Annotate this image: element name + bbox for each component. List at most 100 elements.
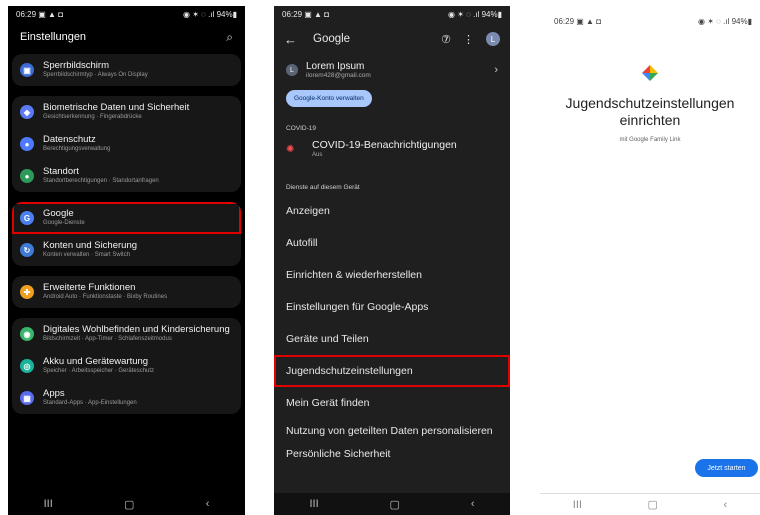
help-icon[interactable]: ⑦ bbox=[441, 33, 451, 46]
service-item[interactable]: Anzeigen bbox=[274, 195, 510, 227]
settings-card: G Google Google-Dienste ↻ Konten und Sicheru… bbox=[12, 202, 241, 266]
back-button[interactable]: ‹ bbox=[471, 498, 475, 510]
navigation-bar: III ▢ ‹ bbox=[274, 493, 510, 515]
home-button[interactable]: ▢ bbox=[124, 498, 134, 511]
settings-item[interactable]: ▦ Apps Standard-Apps · App-Einstellungen bbox=[12, 382, 241, 414]
recent-apps-button[interactable]: III bbox=[573, 499, 582, 511]
covid-icon: ✺ bbox=[286, 144, 295, 155]
settings-item-sub: Android Auto · Funktionstaste · Bixby Ro… bbox=[43, 294, 168, 300]
search-icon[interactable]: ⌕ bbox=[226, 30, 233, 45]
settings-item[interactable]: ▣ Sperrbildschirm Sperrbildschirmtyp · Alw… bbox=[12, 54, 241, 86]
covid-status: Aus bbox=[312, 152, 323, 158]
settings-item-label: Sperrbildschirm bbox=[43, 60, 109, 71]
settings-item-sub: Standard-Apps · App-Einstellungen bbox=[43, 400, 137, 406]
status-time: 06:29 bbox=[554, 16, 575, 26]
service-item[interactable]: Jugendschutzeinstellungen bbox=[274, 355, 510, 387]
account-name: Lorem Ipsum bbox=[306, 61, 365, 72]
covid-notifications-item[interactable]: ✺ COVID-19-Benachrichtigungen Aus bbox=[274, 138, 510, 178]
navigation-bar: III ▢ ‹ bbox=[8, 493, 245, 515]
settings-item-sub: Speicher · Arbeitsspeicher · Geräteschut… bbox=[43, 368, 155, 374]
section-services: Dienste auf diesem Gerät bbox=[286, 184, 360, 191]
settings-item-sub: Google-Dienste bbox=[43, 220, 85, 226]
location-icon: ● bbox=[20, 169, 34, 183]
page-title: Google bbox=[313, 33, 351, 45]
settings-item[interactable]: ● Standort Standortberechtigungen · Stando… bbox=[12, 160, 241, 192]
service-item[interactable]: Geräte und Teilen bbox=[274, 323, 510, 355]
settings-item[interactable]: ◆ Biometrische Daten und Sicherheit Gesich… bbox=[12, 96, 241, 128]
settings-item-sub: Standortberechtigungen · Standortanfrage… bbox=[43, 178, 159, 184]
status-time: 06:29 bbox=[16, 9, 37, 19]
settings-card: ◆ Biometrische Daten und Sicherheit Gesich… bbox=[12, 96, 241, 192]
battery-icon: ◎ bbox=[20, 359, 34, 373]
google-settings-screen: 06:29 ▣ ▲ ◘ ◉ ✶ ◌ .ıl 94%▮ ← Google ⑦ ⋮ … bbox=[274, 6, 510, 515]
status-icons-left: ▣ ▲ ◘ bbox=[304, 9, 330, 19]
status-bar: 06:29 ▣ ▲ ◘ ◉ ✶ ◌ .ıl 94%▮ bbox=[8, 6, 245, 22]
settings-item-sub: Berechtigungsverwaltung bbox=[43, 146, 111, 152]
shield-icon: ◆ bbox=[20, 105, 34, 119]
service-item[interactable]: Einstellungen für Google-Apps bbox=[274, 291, 510, 323]
section-covid: COVID-19 bbox=[286, 125, 316, 132]
status-icons-left: ▣ ▲ ◘ bbox=[38, 9, 64, 19]
start-button[interactable]: Jetzt starten bbox=[695, 459, 758, 477]
settings-item-label: Datenschutz bbox=[43, 134, 96, 145]
settings-item[interactable]: ● Datenschutz Berechtigungsverwaltung bbox=[12, 128, 241, 160]
service-item[interactable]: Mein Gerät finden bbox=[274, 387, 510, 419]
google-icon: G bbox=[20, 211, 34, 225]
status-time: 06:29 bbox=[282, 9, 303, 19]
home-button[interactable]: ▢ bbox=[390, 498, 400, 511]
wellbeing-icon: ◉ bbox=[20, 327, 34, 341]
page-title: Einstellungen bbox=[20, 31, 87, 43]
more-options-icon[interactable]: ⋮ bbox=[463, 33, 474, 46]
settings-screen: 06:29 ▣ ▲ ◘ ◉ ✶ ◌ .ıl 94%▮ Einstellungen… bbox=[8, 6, 245, 515]
recent-apps-button[interactable]: III bbox=[44, 498, 53, 510]
settings-item[interactable]: ◉ Digitales Wohlbefinden und Kindersicher… bbox=[12, 318, 241, 350]
account-avatar: L bbox=[286, 64, 298, 76]
settings-item[interactable]: G Google Google-Dienste bbox=[12, 202, 241, 234]
family-link-logo-icon bbox=[642, 65, 658, 81]
settings-item-sub: Gesichtserkennung · Fingerabdrücke bbox=[43, 114, 142, 120]
personal-safety-item[interactable]: Persönliche Sicherheit bbox=[274, 444, 510, 467]
settings-item-label: Biometrische Daten und Sicherheit bbox=[43, 102, 190, 113]
settings-item-label: Digitales Wohlbefinden und Kindersicheru… bbox=[43, 324, 230, 335]
advanced-icon: ✚ bbox=[20, 285, 34, 299]
settings-item[interactable]: ↻ Konten und Sicherung Konten verwalten · … bbox=[12, 234, 241, 266]
settings-header: Einstellungen ⌕ bbox=[8, 22, 245, 52]
settings-item-sub: Sperrbildschirmtyp · Always On Display bbox=[43, 72, 148, 78]
back-button[interactable]: ‹ bbox=[724, 499, 728, 511]
home-button[interactable]: ▢ bbox=[648, 498, 658, 511]
lock-icon: ▣ bbox=[20, 63, 34, 77]
status-icons-right: ◉ ✶ ◌ .ıl 94%▮ bbox=[448, 9, 502, 19]
google-header: ← Google ⑦ ⋮ L bbox=[274, 22, 510, 56]
settings-item-label: Apps bbox=[43, 388, 65, 399]
settings-item-sub: Konten verwalten · Smart Switch bbox=[43, 252, 131, 258]
account-email: ilorem428@gmail.com bbox=[306, 72, 371, 79]
status-icons-right: ◉ ✶ ◌ .ıl 94%▮ bbox=[698, 16, 752, 26]
settings-item-label: Google bbox=[43, 208, 74, 219]
covid-title: COVID-19-Benachrichtigungen bbox=[312, 139, 457, 151]
sync-icon: ↻ bbox=[20, 243, 34, 257]
settings-item-sub: Bildschirmzeit · App-Timer · Schlafensze… bbox=[43, 336, 172, 342]
manage-account-button[interactable]: Google-Konto verwalten bbox=[286, 90, 372, 107]
chevron-right-icon: › bbox=[494, 64, 498, 76]
avatar[interactable]: L bbox=[486, 32, 500, 46]
status-bar: 06:29 ▣ ▲ ◘ ◉ ✶ ◌ .ıl 94%▮ bbox=[540, 6, 760, 36]
back-arrow-icon[interactable]: ← bbox=[284, 32, 297, 47]
navigation-bar: III ▢ ‹ bbox=[540, 493, 760, 515]
settings-item-label: Konten und Sicherung bbox=[43, 240, 138, 251]
settings-item-label: Standort bbox=[43, 166, 79, 177]
settings-item[interactable]: ✚ Erweiterte Funktionen Android Auto · Fun… bbox=[12, 276, 241, 308]
account-row[interactable]: L Lorem Ipsum ilorem428@gmail.com › bbox=[274, 56, 510, 84]
settings-item-label: Erweiterte Funktionen bbox=[43, 282, 136, 293]
service-item[interactable]: Autofill bbox=[274, 227, 510, 259]
back-button[interactable]: ‹ bbox=[206, 498, 210, 510]
settings-card: ✚ Erweiterte Funktionen Android Auto · Fun… bbox=[12, 276, 241, 308]
status-icons-left: ▣ ▲ ◘ bbox=[576, 16, 602, 26]
personalize-shared-data-item[interactable]: Nutzung von geteilten Daten personalisie… bbox=[274, 419, 510, 444]
settings-card: ◉ Digitales Wohlbefinden und Kindersicher… bbox=[12, 318, 241, 414]
status-bar: 06:29 ▣ ▲ ◘ ◉ ✶ ◌ .ıl 94%▮ bbox=[274, 6, 510, 22]
status-icons-right: ◉ ✶ ◌ .ıl 94%▮ bbox=[183, 9, 237, 19]
recent-apps-button[interactable]: III bbox=[309, 498, 318, 510]
family-link-screen: 06:29 ▣ ▲ ◘ ◉ ✶ ◌ .ıl 94%▮ Jugendschutze… bbox=[540, 6, 760, 515]
settings-item[interactable]: ◎ Akku und Gerätewartung Speicher · Arbeit… bbox=[12, 350, 241, 382]
service-item[interactable]: Einrichten & wiederherstellen bbox=[274, 259, 510, 291]
